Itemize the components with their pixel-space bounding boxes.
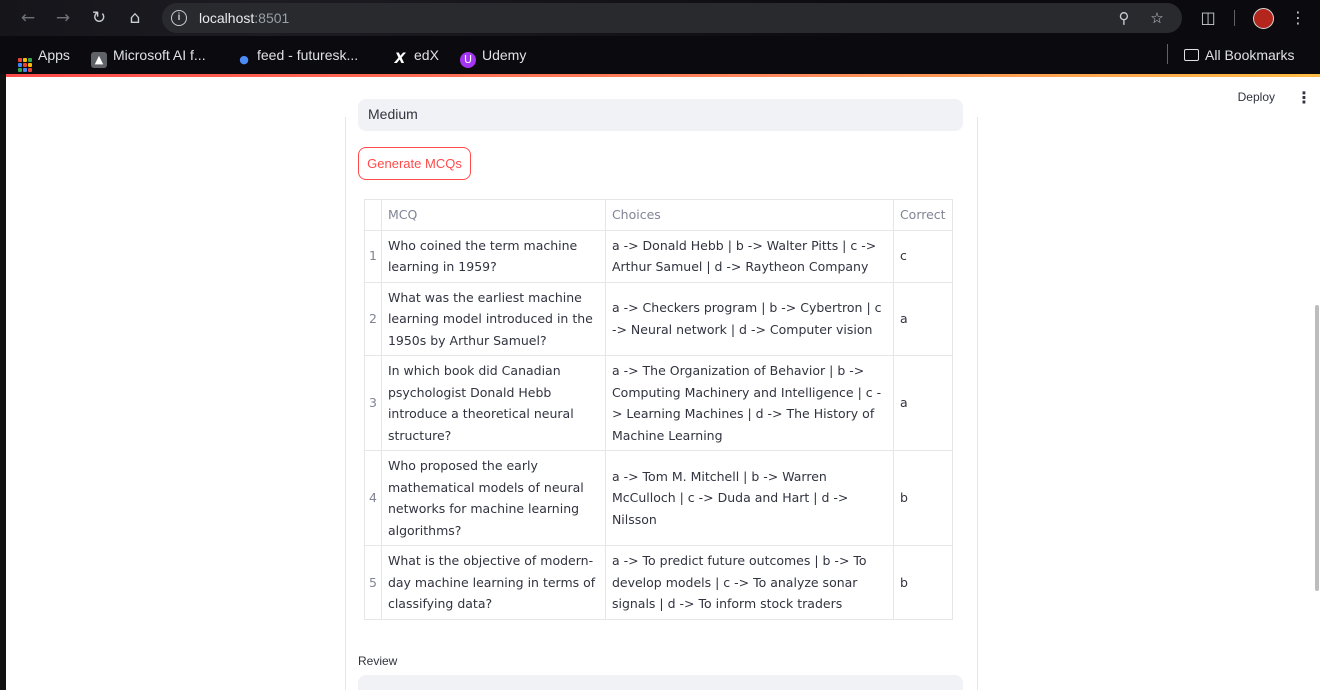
reload-icon[interactable]: ↻	[89, 8, 109, 28]
table-row: 1 Who coined the term machine learning i…	[364, 229, 953, 283]
mcq-cell[interactable]: Who proposed the early mathematical mode…	[380, 450, 606, 546]
url-text[interactable]: localhost:8501	[199, 10, 289, 26]
microsoft-favicon-icon: ▲	[91, 52, 107, 68]
back-arrow-icon[interactable]: ←	[18, 8, 38, 28]
index-header	[364, 199, 382, 231]
row-index: 5	[364, 545, 382, 620]
correct-cell[interactable]: b	[892, 545, 953, 620]
bookmark-apps[interactable]: Apps	[18, 46, 70, 72]
browser-menu-kebab-icon[interactable]: ⋮	[1288, 8, 1308, 28]
app-page: Deploy ⋮ Medium Generate MCQs MCQ Choice…	[6, 77, 1320, 690]
site-info-icon[interactable]: i	[171, 10, 187, 26]
browser-toolbar: ← → ↻ ⌂ i localhost:8501 ⚲ ☆ ◫ ⋮	[0, 0, 1320, 36]
bookmark-microsoft-ai[interactable]: ▲ Microsoft AI f...	[91, 46, 206, 68]
choices-cell[interactable]: a -> Tom M. Mitchell | b -> Warren McCul…	[604, 450, 894, 546]
correct-cell[interactable]: a	[892, 281, 953, 356]
mcq-table: MCQ Choices Correct 1 Who coined the ter…	[364, 199, 953, 620]
table-row: 3 In which book did Canadian psychologis…	[364, 355, 953, 451]
mcq-cell[interactable]: In which book did Canadian psychologist …	[380, 355, 606, 451]
correct-cell[interactable]: a	[892, 355, 953, 451]
table-row: 2 What was the earliest machine learning…	[364, 281, 953, 356]
row-index: 3	[364, 355, 382, 451]
table-header-row: MCQ Choices Correct	[364, 199, 953, 231]
address-bar[interactable]: i localhost:8501 ⚲ ☆	[162, 3, 1182, 33]
correct-cell[interactable]: b	[892, 450, 953, 546]
row-index: 2	[364, 281, 382, 356]
apps-grid-icon	[18, 58, 32, 72]
mcq-header[interactable]: MCQ	[380, 199, 606, 231]
bookmarks-bar: Apps ▲ Microsoft AI f... ● feed - futuresk…	[0, 36, 1320, 74]
table-row: 4 Who proposed the early mathematical mo…	[364, 450, 953, 546]
folder-icon	[1184, 49, 1199, 61]
row-index: 1	[364, 229, 382, 283]
star-icon[interactable]: ☆	[1148, 9, 1166, 27]
main-menu-kebab-icon[interactable]: ⋮	[1296, 89, 1312, 107]
bookmark-label: edX	[414, 47, 439, 63]
forward-arrow-icon[interactable]: →	[53, 8, 73, 28]
difficulty-select[interactable]: Medium	[358, 99, 963, 131]
bookmark-label: feed - futuresk...	[257, 47, 359, 63]
url-port: :8501	[254, 10, 290, 26]
bookmark-label: Apps	[38, 47, 70, 63]
futureskills-favicon-icon: ●	[239, 53, 249, 66]
bookmark-udemy[interactable]: U Udemy	[460, 46, 527, 68]
difficulty-select-value: Medium	[368, 106, 418, 122]
bookmark-label: Microsoft AI f...	[113, 47, 206, 63]
mcq-cell[interactable]: Who coined the term machine learning in …	[380, 229, 606, 283]
extensions-puzzle-icon[interactable]: ◫	[1198, 8, 1218, 28]
bookmark-edx[interactable]: XedX	[392, 46, 439, 67]
zoom-icon[interactable]: ⚲	[1115, 9, 1133, 27]
url-host: localhost	[199, 10, 255, 26]
page-scrollbar[interactable]	[1315, 305, 1319, 591]
mcq-cell[interactable]: What is the objective of modern-day mach…	[380, 545, 606, 620]
deploy-button[interactable]: Deploy	[1238, 90, 1275, 104]
bookmark-label: Udemy	[482, 47, 527, 63]
review-text-area[interactable]	[358, 675, 963, 690]
all-bookmarks-label: All Bookmarks	[1205, 47, 1295, 63]
edx-favicon-icon: X	[394, 51, 406, 67]
profile-avatar[interactable]	[1253, 8, 1274, 29]
choices-cell[interactable]: a -> The Organization of Behavior | b ->…	[604, 355, 894, 451]
bookmarks-divider	[1167, 44, 1168, 64]
choices-cell[interactable]: a -> Checkers program | b -> Cybertron |…	[604, 281, 894, 356]
choices-header[interactable]: Choices	[604, 199, 894, 231]
generate-mcqs-button[interactable]: Generate MCQs	[358, 147, 471, 180]
correct-header[interactable]: Correct	[892, 199, 953, 231]
mcq-cell[interactable]: What was the earliest machine learning m…	[380, 281, 606, 356]
correct-cell[interactable]: c	[892, 229, 953, 283]
review-label: Review	[358, 654, 398, 668]
udemy-favicon-icon: U	[460, 52, 476, 68]
bookmark-futureskills[interactable]: ● feed - futuresk...	[237, 46, 359, 66]
row-index: 4	[364, 450, 382, 546]
choices-cell[interactable]: a -> Donald Hebb | b -> Walter Pitts | c…	[604, 229, 894, 283]
all-bookmarks[interactable]: All Bookmarks	[1184, 46, 1294, 64]
choices-cell[interactable]: a -> To predict future outcomes | b -> T…	[604, 545, 894, 620]
toolbar-divider	[1234, 10, 1235, 26]
home-icon[interactable]: ⌂	[125, 8, 145, 28]
table-row: 5 What is the objective of modern-day ma…	[364, 545, 953, 620]
